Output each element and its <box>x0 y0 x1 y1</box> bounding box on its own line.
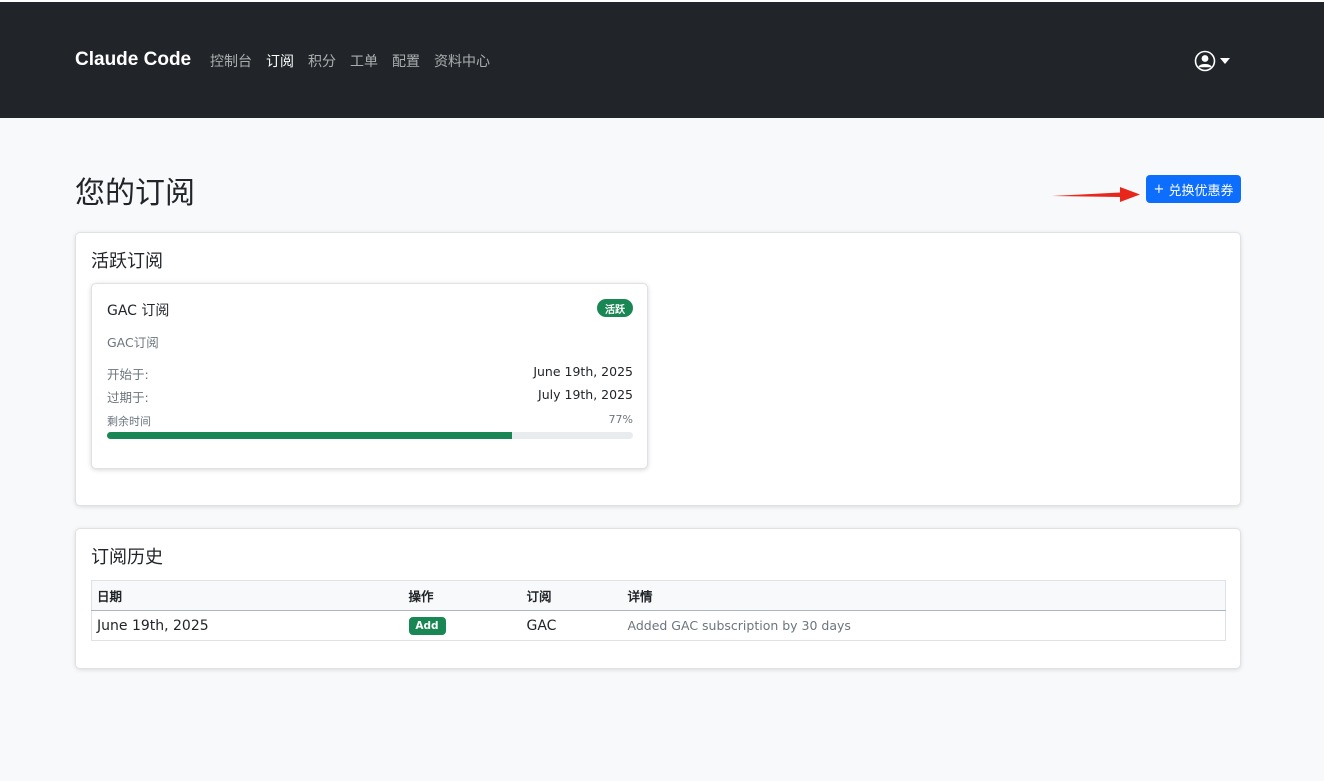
navbar: Claude Code 控制台 订阅 积分 工单 配置 资料中心 <box>0 2 1324 118</box>
history-date-cell: June 19th, 2025 <box>91 610 404 641</box>
end-date-label: 过期于: <box>107 390 149 405</box>
caret-down-icon <box>1220 58 1230 64</box>
start-date-value: June 19th, 2025 <box>533 364 633 379</box>
end-date-row: 过期于: July 19th, 2025 <box>107 387 633 406</box>
active-subscriptions-card: 活跃订阅 GAC 订阅 活跃 GAC订阅 开始于: June 19th, 202… <box>75 232 1241 506</box>
nav-item-dashboard[interactable]: 控制台 <box>210 51 252 71</box>
history-subscription-cell: GAC <box>521 610 623 641</box>
annotation-arrow <box>1052 187 1140 202</box>
redeem-coupon-button[interactable]: + 兑换优惠券 <box>1146 175 1241 203</box>
history-detail-cell: Added GAC subscription by 30 days <box>622 610 1226 641</box>
brand-logo[interactable]: Claude Code <box>75 49 191 71</box>
redeem-coupon-label: 兑换优惠券 <box>1168 183 1234 199</box>
remaining-progress-fill <box>107 432 513 439</box>
start-date-row: 开始于: June 19th, 2025 <box>107 364 633 383</box>
remaining-time-percent: 77% <box>608 413 633 426</box>
subscription-history-title: 订阅历史 <box>91 547 163 568</box>
action-badge: Add <box>408 616 446 635</box>
subscription-description: GAC订阅 <box>107 335 159 350</box>
nav-item-credits[interactable]: 积分 <box>308 51 336 71</box>
remaining-time-row: 剩余时间 77% <box>107 413 633 429</box>
column-header-date: 日期 <box>91 580 404 611</box>
subscription-name: GAC 订阅 <box>107 303 170 319</box>
end-date-value: July 19th, 2025 <box>538 387 633 402</box>
history-action-cell: Add <box>403 610 522 641</box>
remaining-progress-bar <box>107 432 633 439</box>
nav-item-subscriptions[interactable]: 订阅 <box>266 51 294 71</box>
user-circle-icon <box>1194 50 1216 72</box>
main-nav: 控制台 订阅 积分 工单 配置 资料中心 <box>210 51 490 71</box>
subscription-card: GAC 订阅 活跃 GAC订阅 开始于: June 19th, 2025 过期于… <box>91 283 648 469</box>
subscription-history-card: 订阅历史 日期 操作 订阅 详情 June 19th, 2025 Add GAC… <box>75 528 1241 669</box>
page-title: 您的订阅 <box>75 176 195 211</box>
status-badge: 活跃 <box>597 299 633 317</box>
plus-icon: + <box>1153 181 1165 197</box>
start-date-label: 开始于: <box>107 367 149 382</box>
remaining-time-label: 剩余时间 <box>107 415 151 428</box>
column-header-action: 操作 <box>403 580 522 611</box>
column-header-subscription: 订阅 <box>521 580 623 611</box>
history-table: 日期 操作 订阅 详情 June 19th, 2025 Add GAC Adde… <box>91 580 1226 641</box>
history-table-header: 日期 操作 订阅 详情 <box>91 580 1226 611</box>
nav-item-docs[interactable]: 资料中心 <box>434 51 490 71</box>
table-row: June 19th, 2025 Add GAC Added GAC subscr… <box>91 610 1226 641</box>
nav-item-config[interactable]: 配置 <box>392 51 420 71</box>
nav-item-tickets[interactable]: 工单 <box>350 51 378 71</box>
active-subscriptions-title: 活跃订阅 <box>91 251 163 272</box>
user-menu-toggle[interactable] <box>1194 50 1230 72</box>
column-header-detail: 详情 <box>622 580 1226 611</box>
